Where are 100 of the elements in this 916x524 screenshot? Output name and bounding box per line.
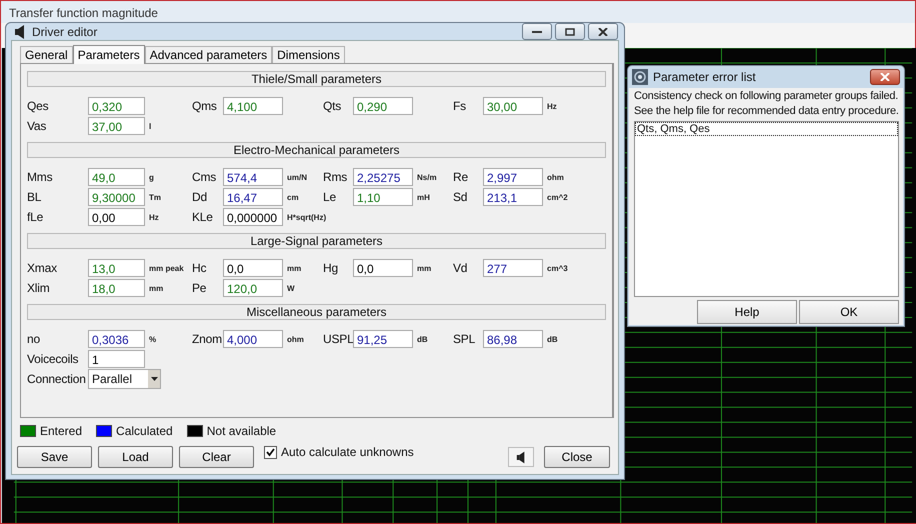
unit-label: %	[148, 334, 158, 344]
input-field[interactable]: 86,98	[483, 330, 543, 348]
parameter-label: Rms	[323, 170, 348, 184]
unit-label: Tm	[148, 192, 162, 202]
unit-label: mm peak	[148, 264, 185, 272]
unit-label: ohm	[286, 334, 305, 344]
minimize-icon	[532, 30, 542, 34]
section-header: Electro-Mechanical parameters	[27, 142, 606, 158]
tab[interactable]: General	[20, 46, 73, 63]
parameter-label: Fs	[453, 99, 467, 113]
unit-label: mm	[148, 284, 164, 292]
input-field[interactable]: 49,0	[88, 168, 145, 186]
parameter-label: USPL	[323, 332, 353, 346]
parameter-label: Re	[453, 170, 469, 184]
unit-label: g	[148, 172, 155, 182]
parameter-label: Qts	[323, 99, 342, 113]
unit-label: cm^2	[546, 192, 569, 202]
unit-label: Hz	[546, 102, 558, 110]
parameter-label: no	[27, 332, 41, 346]
unit-label: dB	[546, 334, 559, 344]
speaker-icon	[516, 450, 526, 464]
input-field[interactable]: 277	[483, 259, 543, 277]
parameter-label: Mms	[27, 170, 54, 184]
action-button[interactable]: Load	[98, 446, 173, 468]
input-field[interactable]: 9,30000	[88, 188, 145, 206]
close-button[interactable]	[870, 69, 900, 85]
input-field[interactable]: 2,997	[483, 168, 543, 186]
window-title: Parameter error list	[653, 70, 756, 84]
input-field[interactable]: 120,0	[223, 279, 283, 297]
caret-icon	[150, 377, 158, 381]
checkbox[interactable]	[264, 446, 277, 458]
parameter-label: Xlim	[27, 281, 51, 295]
speaker-button[interactable]	[508, 447, 534, 467]
parameter-label: Cms	[192, 170, 218, 184]
input-field[interactable]: 30,00	[483, 97, 543, 115]
tab[interactable]: Advanced parameters	[144, 46, 272, 63]
parameter-label: Vas	[27, 119, 48, 133]
input-field[interactable]: 213,1	[483, 188, 543, 206]
unit-label: ohm	[546, 172, 565, 182]
input-field[interactable]: 2,25275	[353, 168, 413, 186]
window-title: Transfer function magnitude	[8, 5, 158, 22]
unit-label: cm	[286, 192, 300, 202]
tab[interactable]: Parameters	[72, 45, 145, 64]
input-field[interactable]: 18,0	[88, 279, 145, 297]
input-field[interactable]: 0,0	[223, 259, 283, 277]
close-button[interactable]	[588, 23, 618, 40]
action-button[interactable]: Clear	[179, 446, 254, 468]
input-field[interactable]: 0,0	[353, 259, 413, 277]
parameter-label: Znom	[192, 332, 223, 346]
input-field[interactable]: 16,47	[223, 188, 283, 206]
input-field[interactable]: 13,0	[88, 259, 145, 277]
input-field[interactable]: 0,320	[88, 97, 145, 115]
input-field[interactable]: 0,290	[353, 97, 413, 115]
unit-label: dB	[416, 334, 429, 344]
maximize-icon	[565, 28, 575, 36]
dialog-button[interactable]: OK	[799, 300, 899, 324]
parameter-label: Xmax	[27, 261, 58, 275]
legend-label: Not available	[206, 424, 276, 438]
minimize-button[interactable]	[522, 23, 552, 40]
checkbox-label: Auto calculate unknowns	[281, 445, 414, 459]
legend-label: Calculated	[116, 424, 173, 438]
parameter-label: SPL	[453, 332, 476, 346]
list-item[interactable]: Qts, Qms, Qes	[636, 123, 897, 135]
unit-label: mm	[286, 264, 302, 272]
input-field[interactable]: 0,3036	[88, 330, 145, 348]
section-header: Thiele/Small parameters	[27, 71, 606, 87]
input-field[interactable]: 37,00	[88, 117, 145, 135]
close-button[interactable]: Close	[544, 446, 610, 468]
input-field[interactable]: 0,00	[88, 208, 145, 226]
parameter-label: BL	[27, 190, 42, 204]
parameter-label: KLe	[192, 210, 214, 224]
unit-label: W	[286, 284, 296, 292]
input-field[interactable]: 4,100	[223, 97, 283, 115]
input-field[interactable]: 0,000000	[223, 208, 283, 226]
input-field[interactable]: 4,000	[223, 330, 283, 348]
parameter-label: Connection	[27, 372, 87, 386]
action-button[interactable]: Save	[17, 446, 92, 468]
unit-label: mH	[416, 192, 431, 202]
unit-label: Ns/m	[416, 172, 438, 182]
parameter-label: Vd	[453, 261, 468, 275]
parameter-label: Voicecoils	[27, 352, 80, 366]
input-field[interactable]: 1	[88, 350, 145, 368]
input-field[interactable]: 574,4	[223, 168, 283, 186]
dialog-button[interactable]: Help	[697, 300, 797, 324]
section-header: Miscellaneous parameters	[27, 304, 606, 320]
message-text: See the help file for recommended data entry procedure.	[634, 104, 899, 119]
parameter-label: Le	[323, 190, 337, 204]
unit-label: cm^3	[546, 264, 569, 272]
tab[interactable]: Dimensions	[272, 46, 345, 63]
maximize-button[interactable]	[555, 23, 585, 40]
section-header: Large-Signal parameters	[27, 233, 606, 249]
input-field[interactable]: 91,25	[353, 330, 413, 348]
close-icon	[598, 28, 608, 36]
dropdown[interactable]: Parallel	[88, 369, 161, 389]
parameter-label: Pe	[192, 281, 208, 295]
unit-label: mm	[416, 264, 432, 272]
input-field[interactable]: 1,10	[353, 188, 413, 206]
legend-label: Entered	[40, 424, 82, 438]
parameter-label: fLe	[27, 210, 44, 224]
parameter-label: Dd	[192, 190, 208, 204]
